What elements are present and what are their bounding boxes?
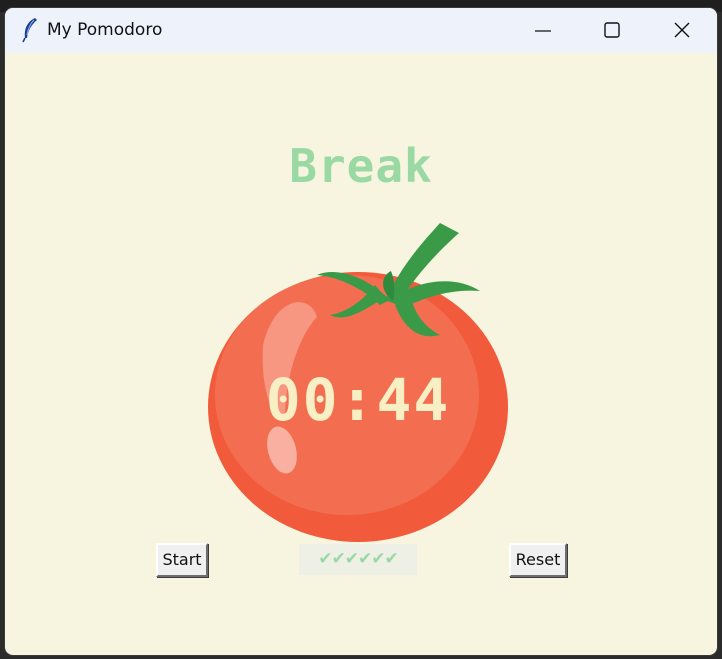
reset-button[interactable]: Reset	[509, 543, 567, 577]
timer-display: 00:44	[265, 366, 451, 434]
minimize-icon	[535, 30, 551, 32]
window-title: My Pomodoro	[47, 20, 163, 40]
close-button[interactable]	[647, 8, 717, 53]
maximize-icon	[604, 22, 620, 38]
app-window: My Pomodoro Break 00:44 Start ✔✔✔✔✔✔ Res…	[5, 8, 717, 655]
start-button[interactable]: Start	[156, 543, 208, 577]
feather-icon	[21, 17, 39, 43]
completed-sessions-checkmarks: ✔✔✔✔✔✔	[299, 544, 417, 575]
state-label: Break	[289, 139, 433, 193]
title-bar[interactable]: My Pomodoro	[5, 8, 717, 53]
minimize-button[interactable]	[508, 8, 578, 53]
main-content: Break 00:44 Start ✔✔✔✔✔✔ Reset	[5, 53, 717, 655]
maximize-button[interactable]	[577, 8, 647, 53]
close-icon	[674, 22, 690, 38]
